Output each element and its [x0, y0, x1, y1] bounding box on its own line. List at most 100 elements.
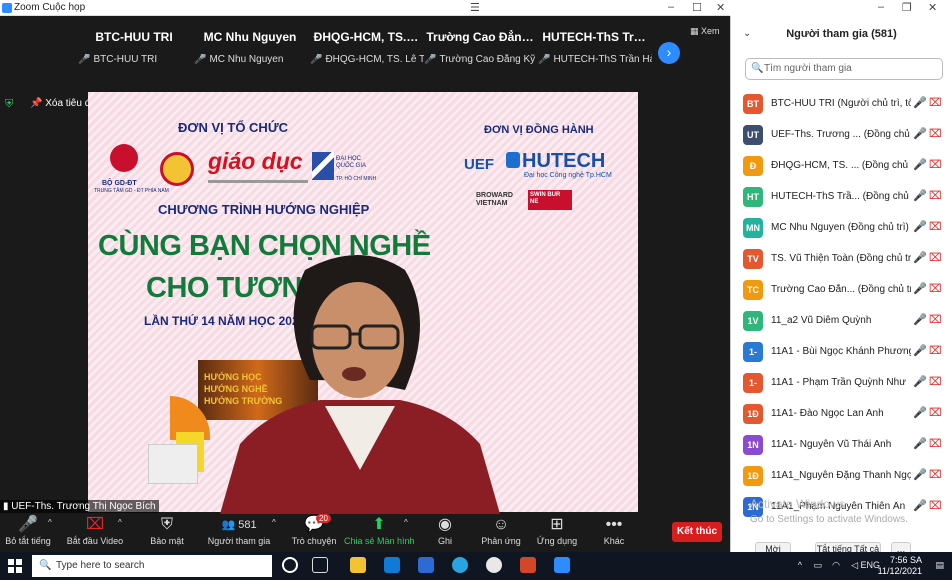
chevron-up-icon[interactable]: ^ [118, 518, 122, 527]
minimize-icon[interactable]: – [668, 1, 674, 13]
unmute-button[interactable]: 🎤 Bỏ tắt tiếng [4, 514, 52, 552]
volume-icon[interactable]: ◁ [851, 560, 858, 571]
participant-row[interactable]: BT BTC-HUU TRI (Người chủ trì, tôi) 🎤 ⌧ [731, 90, 952, 118]
restore-icon[interactable]: ❐ [902, 1, 912, 14]
participant-name: MC Nhu Nguyen (Đồng chủ trì) [771, 222, 909, 233]
participants-button[interactable]: 👥 581 Người tham gia [206, 514, 272, 552]
mic-muted-icon: 🎤 [913, 252, 927, 264]
participant-name: 11A1- Đào Ngọc Lan Anh [771, 408, 884, 419]
start-video-button[interactable]: ⌧ Bắt đầu Video [64, 514, 126, 552]
giaoduc-underline [208, 180, 308, 183]
participant-row[interactable]: 1Đ 11A1_Nguyễn Đặng Thanh Ngọc 🎤 ⌧ [731, 462, 952, 490]
security-button[interactable]: ⛨ Bảo mật [144, 514, 190, 552]
apps-icon: ⊞ [550, 516, 564, 533]
participant-name: 11A1- Nguyễn Vũ Thái Anh [771, 439, 892, 450]
participant-row[interactable]: 1Đ 11A1- Đào Ngọc Lan Anh 🎤 ⌧ [731, 400, 952, 428]
notifications-icon[interactable]: ▤ [935, 560, 944, 571]
record-button[interactable]: ◉ Ghi [428, 514, 462, 552]
participant-row[interactable]: HT HUTECH-ThS Trầ... (Đồng chủ trì) 🎤 ⌧ [731, 183, 952, 211]
moet-emblem-icon [110, 144, 138, 172]
store-icon[interactable] [384, 557, 400, 573]
task-view-icon[interactable] [312, 557, 328, 573]
mic-muted-icon: 🎤 [194, 54, 207, 65]
mic-muted-icon: 🎤 [913, 283, 927, 295]
chevron-up-icon[interactable]: ^ [404, 518, 408, 527]
mic-muted-icon: 🎤 [913, 376, 927, 388]
gallery-tile[interactable]: Trường Cao Đẳn… 🎤 Trường Cao Đẳng Kỹ … [422, 22, 538, 72]
video-off-icon: ⌧ [929, 128, 942, 140]
mic-muted-icon: 🎤 [310, 54, 323, 65]
participant-row[interactable]: Đ ĐHQG-HCM, TS. ... (Đồng chủ trì) 🎤 ⌧ [731, 152, 952, 180]
gallery-tile-name: Trường Cao Đẳn… [426, 30, 534, 44]
more-label: Khác [603, 536, 625, 546]
maximize-icon[interactable]: ☐ [692, 1, 702, 14]
apps-button[interactable]: ⊞ Ứng dụng [534, 514, 580, 552]
chat-label: Trò chuyện [291, 536, 337, 546]
mail-icon[interactable] [418, 557, 434, 573]
edge-icon[interactable] [452, 557, 468, 573]
gallery-tile[interactable]: HUTECH-ThS Tr… 🎤HUTECH-ThS Trần Hả… [536, 22, 652, 72]
cortana-icon[interactable] [282, 557, 298, 573]
wifi-icon[interactable]: ◠ [832, 560, 840, 571]
record-label: Ghi [437, 536, 452, 546]
speaker-name: UEF-Ths. Trương Thị Ngọc Bích [11, 501, 156, 512]
shield-icon[interactable]: ⛨ [5, 98, 17, 110]
people-icon: 👥 [221, 519, 239, 531]
video-off-icon: ⌧ [929, 469, 942, 481]
participants-panel: ⌄ Người tham gia (581) 🔍 Tìm người tham … [730, 16, 952, 556]
participant-row[interactable]: UT UEF-Ths. Trương ... (Đồng chủ trì) 🎤 ⌧ [731, 121, 952, 149]
avatar: 1N [743, 435, 763, 455]
grid-icon: ▦ [690, 26, 702, 36]
chevron-up-icon[interactable]: ^ [48, 518, 52, 527]
file-explorer-icon[interactable] [350, 557, 366, 573]
video-off-icon: ⌧ [929, 97, 942, 109]
taskbar-search-placeholder: Type here to search [56, 560, 145, 571]
participant-row[interactable]: 1- 11A1 - Bùi Ngọc Khánh Phương 🎤 ⌧ [731, 338, 952, 366]
gallery-tile[interactable]: MC Nhu Nguyen 🎤 MC Nhu Nguyen [192, 22, 308, 72]
speaker-name-tag: ▮ UEF-Ths. Trương Thị Ngọc Bích [0, 500, 159, 513]
more-button[interactable]: ••• Khác [598, 514, 630, 552]
chrome-icon[interactable] [486, 557, 502, 573]
avatar: 1- [743, 373, 763, 393]
taskbar-search-input[interactable]: 🔍 Type here to search [32, 555, 272, 577]
avatar: HT [743, 187, 763, 207]
pin-icon[interactable]: ☰ [470, 1, 480, 14]
gallery-tile-label: Trường Cao Đẳng Kỹ … [439, 54, 538, 65]
close-icon[interactable]: ✕ [716, 1, 725, 14]
swinburne-logo: SWIN BUR NE [528, 190, 572, 210]
meeting-toolbar: 🎤 Bỏ tắt tiếng ^ ⌧ Bắt đầu Video ^ ⛨ Bảo… [0, 514, 730, 552]
participant-name: 11_a2 Vũ Diễm Quỳnh [771, 315, 872, 326]
minimize-icon[interactable]: – [878, 1, 884, 13]
windows-start-icon[interactable] [8, 559, 22, 573]
avatar: 1- [743, 342, 763, 362]
zoom-app-icon[interactable] [554, 557, 570, 573]
participant-row[interactable]: 1N 11A1- Nguyễn Vũ Thái Anh 🎤 ⌧ [731, 431, 952, 459]
participant-search-input[interactable]: 🔍 Tìm người tham gia [745, 58, 943, 80]
close-icon[interactable]: ✕ [928, 1, 937, 14]
window-title: Zoom Cuộc họp [14, 2, 86, 13]
end-meeting-button[interactable]: Kết thúc [672, 522, 722, 542]
participant-name: HUTECH-ThS Trầ... (Đồng chủ trì) [771, 191, 911, 202]
clock-date: 11/12/2021 [877, 566, 922, 576]
video-off-icon: ⌧ [929, 314, 942, 326]
participant-name: UEF-Ths. Trương ... (Đồng chủ trì) [771, 129, 911, 140]
participant-row[interactable]: 1- 11A1 - Phạm Trần Quỳnh Như 🎤 ⌧ [731, 369, 952, 397]
gallery-tile[interactable]: ĐHQG-HCM, TS.… 🎤ĐHQG-HCM, TS. Lê T… [308, 22, 424, 72]
search-icon: 🔍 [39, 560, 52, 571]
taskbar-clock[interactable]: 7:56 SA 11/12/2021 [878, 555, 922, 577]
participant-row[interactable]: MN MC Nhu Nguyen (Đồng chủ trì) 🎤 ⌧ [731, 214, 952, 242]
speaker-video [220, 255, 500, 514]
gallery-tile[interactable]: BTC-HUU TRI 🎤 BTC-HUU TRI [76, 22, 192, 72]
participant-row[interactable]: 1V 11_a2 Vũ Diễm Quỳnh 🎤 ⌧ [731, 307, 952, 335]
chevron-up-icon[interactable]: ^ [272, 518, 276, 527]
participant-name: 11A1 - Bùi Ngọc Khánh Phương [771, 346, 911, 357]
powerpoint-icon[interactable] [520, 557, 536, 573]
participant-name: 11A1 - Phạm Trần Quỳnh Như [771, 377, 906, 388]
reactions-button[interactable]: ☺ Phản ứng [480, 514, 522, 552]
participant-row[interactable]: TV TS. Vũ Thiện Toàn (Đồng chủ trì) 🎤 ⌧ [731, 245, 952, 273]
gallery-next-button[interactable]: › [658, 42, 680, 64]
view-button[interactable]: ▦ Xem [690, 26, 720, 37]
battery-icon[interactable]: ▭ [813, 560, 822, 571]
tray-chevron-icon[interactable]: ^ [798, 560, 802, 570]
participant-row[interactable]: TC Trường Cao Đẳn... (Đồng chủ trì) 🎤 ⌧ [731, 276, 952, 304]
